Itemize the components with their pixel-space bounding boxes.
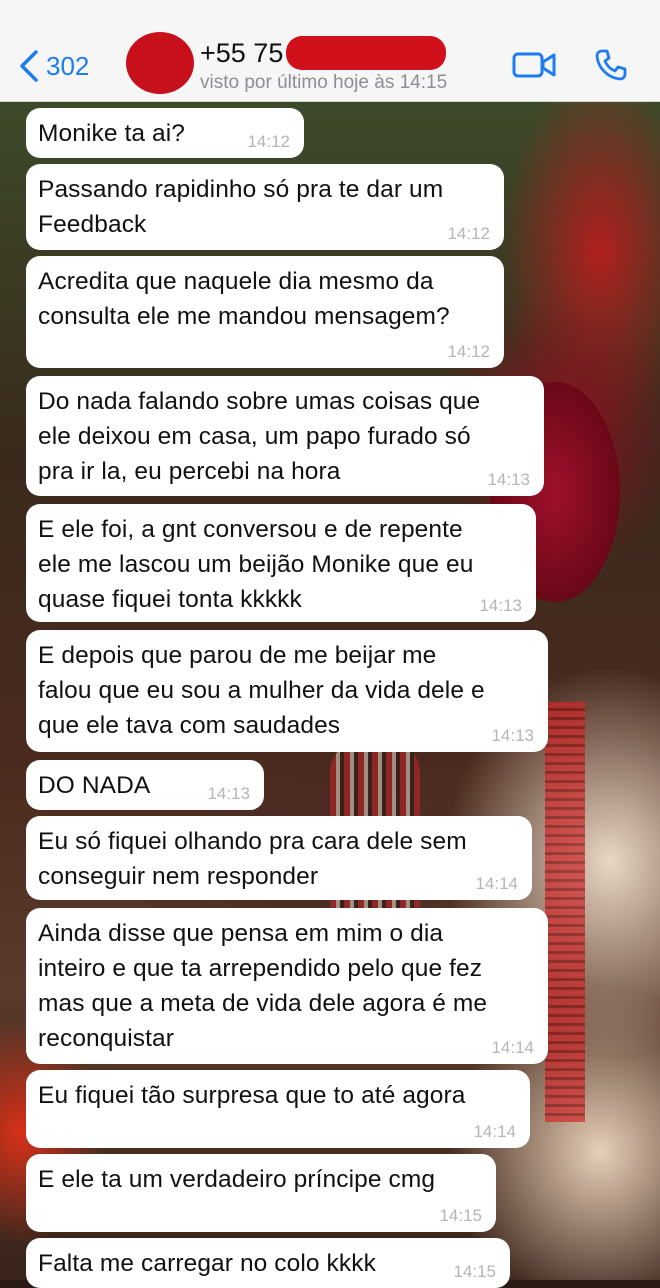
message-text: E depois que parou de me beijar me falou… — [38, 642, 485, 739]
message-bubble[interactable]: Acredita que naquele dia mesmo da consul… — [26, 256, 504, 368]
message-text: E ele ta um verdadeiro príncipe cmg — [38, 1166, 436, 1193]
message-time: 14:15 — [453, 1262, 496, 1281]
message-bubble[interactable]: E ele foi, a gnt conversou e de repente … — [26, 504, 536, 622]
chevron-left-icon — [20, 50, 38, 82]
message-bubble[interactable]: E ele ta um verdadeiro príncipe cmg 14:1… — [26, 1154, 496, 1232]
message-bubble[interactable]: DO NADA 14:13 — [26, 760, 264, 810]
message-time: 14:12 — [447, 224, 490, 243]
message-bubble[interactable]: Do nada falando sobre umas coisas que el… — [26, 376, 544, 496]
message-bubble[interactable]: Passando rapidinho só pra te dar um Feed… — [26, 164, 504, 250]
message-bubble[interactable]: Eu fiquei tão surpresa que to até agora … — [26, 1070, 530, 1148]
phone-icon[interactable] — [594, 48, 628, 82]
message-text: Eu só fiquei olhando pra cara dele sem c… — [38, 828, 467, 890]
message-time: 14:14 — [491, 1038, 534, 1057]
contact-name[interactable]: +55 75 — [200, 38, 283, 69]
back-button[interactable]: 302 — [18, 46, 89, 86]
last-seen-status: visto por último hoje às 14:15 — [200, 72, 448, 93]
message-time: 14:15 — [439, 1206, 482, 1225]
redaction-mark — [286, 36, 446, 70]
message-time: 14:12 — [447, 342, 490, 361]
message-bubble[interactable]: Eu só fiquei olhando pra cara dele sem c… — [26, 816, 532, 900]
message-text: Do nada falando sobre umas coisas que el… — [38, 388, 481, 485]
message-bubble[interactable]: Monike ta ai? 14:12 — [26, 108, 304, 158]
message-text: Falta me carregar no colo kkkk — [38, 1250, 376, 1277]
unread-count: 302 — [46, 50, 90, 81]
message-text: Passando rapidinho só pra te dar um Feed… — [38, 176, 444, 238]
message-time: 14:12 — [247, 132, 290, 151]
avatar[interactable] — [126, 32, 194, 94]
message-time: 14:13 — [491, 726, 534, 745]
message-time: 14:14 — [473, 1122, 516, 1141]
message-time: 14:13 — [487, 470, 530, 489]
message-bubble[interactable]: Ainda disse que pensa em mim o dia intei… — [26, 908, 548, 1064]
message-bubble[interactable]: Falta me carregar no colo kkkk 14:15 — [26, 1238, 510, 1288]
message-text: E ele foi, a gnt conversou e de repente … — [38, 516, 474, 613]
message-text: Acredita que naquele dia mesmo da consul… — [38, 268, 450, 330]
video-camera-icon[interactable] — [512, 50, 556, 80]
message-time: 14:14 — [475, 874, 518, 893]
message-time: 14:13 — [207, 784, 250, 803]
message-text: Ainda disse que pensa em mim o dia intei… — [38, 920, 488, 1052]
chat-header: 302 +55 75 visto por último hoje às 14:1… — [0, 0, 660, 102]
message-time: 14:13 — [479, 596, 522, 615]
wallpaper-bead-strand — [545, 702, 585, 1122]
message-text: Eu fiquei tão surpresa que to até agora — [38, 1082, 466, 1109]
message-bubble[interactable]: E depois que parou de me beijar me falou… — [26, 630, 548, 752]
